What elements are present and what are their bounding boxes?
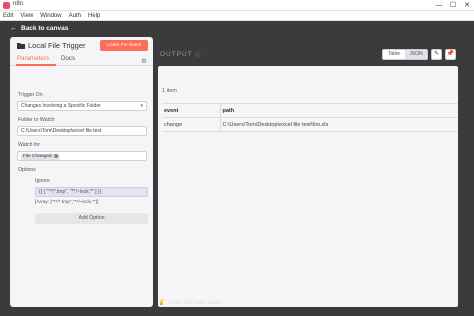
folder-label: Folder to Watch <box>18 117 55 123</box>
folder-icon <box>17 42 25 51</box>
window-title: n8n <box>13 1 24 7</box>
arrow-left-icon: ← <box>10 25 17 32</box>
chevron-down-icon: ▾ <box>140 103 143 109</box>
ignore-label: Ignore <box>35 178 50 184</box>
output-title-text: OUTPUT <box>160 51 193 58</box>
menu-auth[interactable]: Auth <box>69 11 81 20</box>
tab-docs[interactable]: Docs <box>61 55 75 62</box>
edit-output-button[interactable]: ✎ <box>431 49 442 60</box>
hint-text: I wish this node would... <box>168 300 226 306</box>
column-header-event: event <box>162 103 221 118</box>
watch-for-label: Watch for <box>18 142 41 148</box>
node-title[interactable]: Local File Trigger <box>28 41 86 50</box>
item-count: 1 item <box>162 88 177 94</box>
cell-event: change <box>162 117 221 132</box>
n8n-logo-icon <box>3 2 10 9</box>
column-header-path: path <box>220 103 458 118</box>
info-icon[interactable]: ⓘ <box>195 52 201 58</box>
menu-edit[interactable]: Edit <box>3 11 13 20</box>
panel-tabs: Parameters Docs <box>10 54 153 66</box>
gear-icon[interactable]: ⚙ <box>141 57 147 65</box>
active-tab-indicator <box>16 64 56 66</box>
ignore-expression-preview: [Array: ["**/*.tmp","**/~lock.*"]] <box>35 200 99 205</box>
tab-parameters[interactable]: Parameters <box>17 55 49 62</box>
add-option-button[interactable]: Add Option <box>35 213 148 224</box>
lightbulb-icon: 💡 <box>158 300 165 306</box>
window-titlebar: n8n — ☐ ✕ <box>0 0 474 11</box>
pencil-icon: ✎ <box>433 51 440 57</box>
minimize-button[interactable]: — <box>432 0 446 11</box>
menu-view[interactable]: View <box>20 11 33 20</box>
close-window-button[interactable]: ✕ <box>460 0 474 11</box>
pin-output-button[interactable]: 📌 <box>445 49 456 60</box>
menu-bar: Edit View Window Auth Help <box>0 11 474 21</box>
trigger-on-label: Trigger On <box>18 92 43 98</box>
watch-for-chip: File Changed × <box>21 154 60 160</box>
trigger-on-select[interactable]: Changes Involving a Specific Folder ▾ <box>17 101 147 111</box>
listen-for-event-button[interactable]: Listen For Event <box>100 40 148 51</box>
options-section: Ignore {{ [ "**/*.tmp", "**/~lock.*" ] }… <box>28 175 153 231</box>
folder-to-watch-input[interactable]: C:\Users\Tom\Desktop\excel file test <box>17 126 147 136</box>
options-label: Options <box>18 167 36 173</box>
back-to-canvas-button[interactable]: ← Back to canvas <box>10 25 68 32</box>
cell-path: C:\Users\Tom\Desktop\excel file test\foo… <box>220 117 458 132</box>
table-header-row: event path <box>162 103 458 118</box>
table-row: change C:\Users\Tom\Desktop\excel file t… <box>162 117 458 132</box>
table-view-button[interactable]: Table <box>383 50 405 59</box>
chip-remove-icon[interactable]: × <box>53 154 58 158</box>
watch-for-multiselect[interactable]: File Changed × <box>17 151 147 161</box>
json-view-button[interactable]: JSON <box>405 50 427 59</box>
feedback-hint[interactable]: 💡 I wish this node would... <box>158 300 226 306</box>
maximize-button[interactable]: ☐ <box>446 0 460 11</box>
output-title: OUTPUT ⓘ <box>160 51 201 58</box>
chip-label: File Changed <box>23 154 52 159</box>
menu-help[interactable]: Help <box>88 11 100 20</box>
pin-icon: 📌 <box>446 51 455 57</box>
ignore-expression-input[interactable]: {{ [ "**/*.tmp", "**/~lock.*" ] }} <box>35 187 148 197</box>
menu-window[interactable]: Window <box>40 11 61 20</box>
view-toggle: Table JSON <box>382 49 428 60</box>
output-table: event path change C:\Users\Tom\Desktop\e… <box>162 103 458 132</box>
app-area: ← Back to canvas Local File Trigger List… <box>0 21 474 316</box>
node-parameters-panel: Local File Trigger Listen For Event Para… <box>10 37 153 307</box>
back-label: Back to canvas <box>21 25 69 32</box>
trigger-on-value: Changes Involving a Specific Folder <box>21 103 101 109</box>
